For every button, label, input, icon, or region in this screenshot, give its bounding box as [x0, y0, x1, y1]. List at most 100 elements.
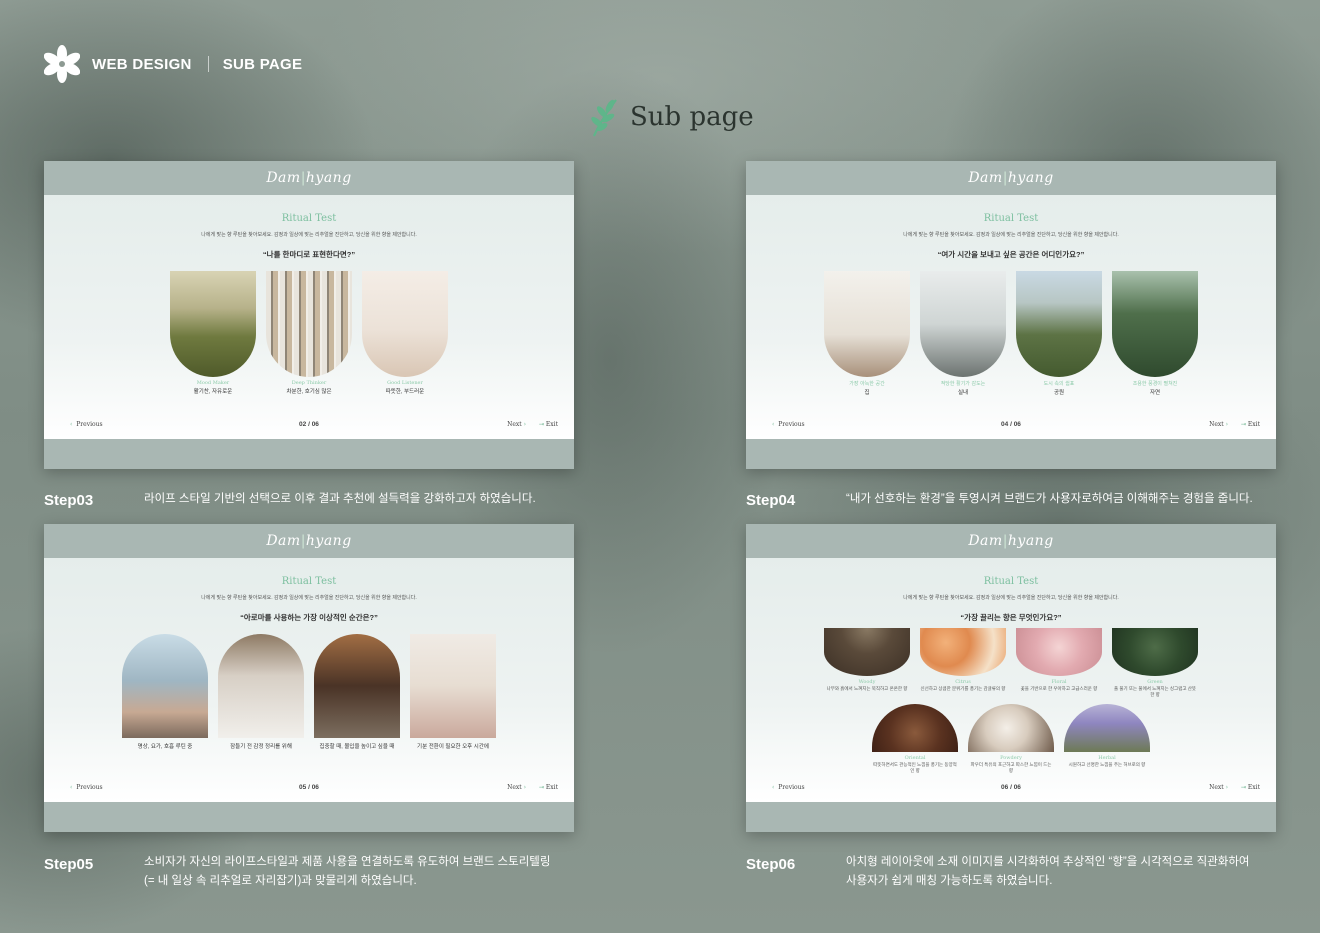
ritual-desc: 나에게 맞는 향 루틴을 찾아보세요. 감정과 일상에 맞는 리추얼을 진단하고…: [201, 232, 417, 238]
next-button[interactable]: Next ›: [507, 421, 526, 428]
question: “아로마를 사용하는 가장 이상적인 순간은?”: [240, 613, 378, 622]
ritual-desc: 나에게 맞는 향 루틴을 찾아보세요. 감정과 일상에 맞는 리추얼을 진단하고…: [201, 595, 417, 601]
step-description: 소비자가 자신의 라이프스타일과 제품 사용을 연결하도록 유도하여 브랜드 스…: [144, 856, 551, 887]
site-header: Dam|hyang: [44, 161, 574, 195]
option-card[interactable]: Good Listener 따뜻한, 부드러운: [362, 271, 448, 395]
step-description: 라이프 스타일 기반의 선택으로 이후 결과 추천에 설득력을 강화하고자 하였…: [144, 493, 536, 505]
ritual-test-body: Ritual Test 나에게 맞는 향 루틴을 찾아보세요. 감정과 일상에 …: [44, 195, 574, 439]
question: “여가 시간을 보내고 싶은 공간은 어디인가요?”: [937, 250, 1085, 259]
option-row-2: Oriental 따뜻하면서도 관능적인 느낌을 풍기는 동양적인 향 Powd…: [746, 704, 1276, 774]
brand-logo[interactable]: Dam|hyang: [266, 533, 351, 549]
page-indicator: 02 / 06: [299, 421, 319, 428]
header-sub: SUB PAGE: [222, 55, 303, 73]
next-button[interactable]: Next ›: [1209, 784, 1228, 791]
ritual-test-body: Ritual Test 나에게 맞는 향 루틴을 찾아보세요. 감정과 일상에 …: [746, 195, 1276, 439]
option-card[interactable]: 잠들기 전 감정 정리를 위해: [218, 634, 304, 750]
brand-logo[interactable]: Dam|hyang: [968, 170, 1053, 186]
leaf-icon: [591, 99, 617, 137]
option-ko: 차분한, 호기심 많은: [286, 389, 332, 395]
option-card[interactable]: Floral 꽃을 기반으로 한 우아하고 고급스러운 향: [1016, 628, 1102, 698]
next-button[interactable]: Next ›: [507, 784, 526, 791]
exit-button[interactable]: ⇥ Exit: [539, 421, 558, 428]
exit-button[interactable]: ⇥ Exit: [539, 784, 558, 791]
option-ko: 따뜻하면서도 관능적인 느낌을 풍기는 동양적인 향: [873, 762, 957, 773]
option-card[interactable]: 명상, 요가, 호흡 루틴 중: [122, 634, 208, 750]
option-row-1: Woody 나무와 흙에서 느껴지는 묵직하고 온온한 향 Citrus 신선하…: [746, 628, 1276, 698]
page-title-text: Sub page: [630, 102, 754, 132]
brand-logo[interactable]: Dam|hyang: [968, 533, 1053, 549]
option-image: [410, 634, 496, 738]
option-en: Herbal: [1098, 755, 1116, 761]
exit-icon: ⇥: [538, 421, 544, 428]
option-ko: 명상, 요가, 호흡 루틴 중: [137, 744, 193, 750]
ritual-title: Ritual Test: [281, 576, 337, 587]
option-en: Deep Thinker: [291, 380, 327, 386]
option-list: Mood Maker 활기찬, 자유로운 Deep Thinker 차분한, 호…: [44, 271, 574, 395]
option-ko: 기분 전환이 필요한 오후 시간에: [417, 744, 489, 750]
pager: ‹ Previous 05 / 06 Next › ⇥ Exit: [44, 784, 574, 796]
option-ko: 나무와 흙에서 느껴지는 묵직하고 온온한 향: [826, 686, 908, 691]
option-ko: 풀 풀기 또는 풀에서 느껴지는 싱그럽고 산뜻한 향: [1113, 686, 1197, 697]
option-en: Green: [1147, 679, 1163, 685]
option-ko: 실내: [957, 390, 969, 396]
header-section: WEB DESIGN: [92, 55, 192, 73]
option-image: [1016, 628, 1102, 676]
site-header: Dam|hyang: [746, 524, 1276, 558]
exit-button[interactable]: ⇥ Exit: [1241, 784, 1260, 791]
page-title: Sub page: [588, 96, 754, 138]
option-en: Citrus: [955, 679, 971, 685]
page-indicator: 04 / 06: [1001, 421, 1021, 428]
option-card[interactable]: 가장 아늑한 공간 집: [824, 271, 910, 396]
option-image: [824, 271, 910, 377]
question: “나를 한마디로 표현한다면?”: [262, 250, 356, 259]
option-card[interactable]: Herbal 시원하고 선명한 느낌을 주는 허브로의 향: [1064, 704, 1150, 774]
ritual-title: Ritual Test: [983, 213, 1039, 224]
option-card[interactable]: 도시 속의 쉼표 공원: [1016, 271, 1102, 396]
step-description: 아치형 레이아웃에 소재 이미지를 시각화하여 추상적인 “향”을 시각적으로 …: [846, 856, 1250, 887]
option-card[interactable]: Powdery 파우더 특유의 포근하고 따스한 느낌이 드는 향: [968, 704, 1054, 774]
option-image: [362, 271, 448, 377]
option-card[interactable]: Woody 나무와 흙에서 느껴지는 묵직하고 온온한 향: [824, 628, 910, 698]
option-card[interactable]: 기분 전환이 필요한 오후 시간에: [410, 634, 496, 750]
exit-icon: ⇥: [538, 784, 544, 791]
site-header: Dam|hyang: [746, 161, 1276, 195]
option-image: [824, 628, 910, 676]
option-card[interactable]: 집중할 때, 몰입을 높이고 싶을 때: [314, 634, 400, 750]
page-indicator: 05 / 06: [299, 784, 319, 791]
option-ko: 공원: [1053, 390, 1065, 396]
option-card[interactable]: Deep Thinker 차분한, 호기심 많은: [266, 271, 352, 395]
next-button[interactable]: Next ›: [1209, 421, 1228, 428]
site-header: Dam|hyang: [44, 524, 574, 558]
exit-button[interactable]: ⇥ Exit: [1241, 421, 1260, 428]
option-image: [314, 634, 400, 738]
option-ko: 시원하고 선명한 느낌을 주는 허브로의 향: [1068, 762, 1146, 767]
option-list: 가장 아늑한 공간 집 적당한 활기가 감도는 실내 도시 속의 쉼표 공원 조…: [746, 271, 1276, 396]
option-en: 도시 속의 쉼표: [1043, 381, 1075, 387]
screen-step04: Dam|hyang Ritual Test 나에게 맞는 향 루틴을 찾아보세요…: [746, 161, 1276, 469]
option-card[interactable]: Green 풀 풀기 또는 풀에서 느껴지는 싱그럽고 산뜻한 향: [1112, 628, 1198, 698]
option-image: [170, 271, 256, 377]
ritual-title: Ritual Test: [983, 576, 1039, 587]
option-card[interactable]: Oriental 따뜻하면서도 관능적인 느낌을 풍기는 동양적인 향: [872, 704, 958, 774]
ritual-test-body: Ritual Test 나에게 맞는 향 루틴을 찾아보세요. 감정과 일상에 …: [44, 558, 574, 802]
screen-step03: Dam|hyang Ritual Test 나에게 맞는 향 루틴을 찾아보세요…: [44, 161, 574, 469]
page-indicator: 06 / 06: [1001, 784, 1021, 791]
step-label: Step05: [44, 856, 94, 873]
option-card[interactable]: 적당한 활기가 감도는 실내: [920, 271, 1006, 396]
option-card[interactable]: Citrus 신선하고 상큼한 분위기를 풍기는 감귤류의 향: [920, 628, 1006, 698]
option-image: [1112, 628, 1198, 676]
option-ko: 신선하고 상큼한 분위기를 풍기는 감귤류의 향: [920, 686, 1006, 691]
option-image: [266, 271, 352, 377]
brand-logo[interactable]: Dam|hyang: [266, 170, 351, 186]
ritual-test-body: Ritual Test 나에게 맞는 향 루틴을 찾아보세요. 감정과 일상에 …: [746, 558, 1276, 802]
step-label: Step04: [746, 492, 796, 509]
option-en: 가장 아늑한 공간: [849, 381, 885, 387]
option-card[interactable]: Mood Maker 활기찬, 자유로운: [170, 271, 256, 395]
option-card[interactable]: 조용한 풍경이 펼쳐진 자연: [1112, 271, 1198, 396]
option-image: [1016, 271, 1102, 377]
flower-logo-icon: [44, 45, 80, 83]
option-en: Powdery: [1000, 755, 1022, 761]
ritual-desc: 나에게 맞는 향 루틴을 찾아보세요. 감정과 일상에 맞는 리추얼을 진단하고…: [903, 232, 1119, 238]
option-en: 적당한 활기가 감도는: [940, 381, 986, 387]
option-image: [872, 704, 958, 752]
